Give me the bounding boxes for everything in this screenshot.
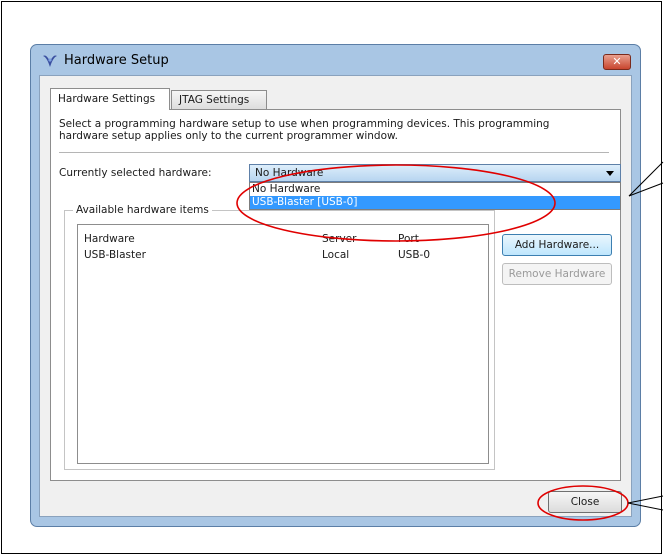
separator bbox=[59, 152, 609, 153]
window-title: Hardware Setup bbox=[64, 53, 169, 68]
dialog-body: Hardware Settings JTAG Settings Select a… bbox=[39, 75, 632, 517]
chevron-down-icon bbox=[606, 171, 614, 176]
app-icon bbox=[41, 53, 59, 72]
title-bar[interactable]: Hardware Setup ✕ bbox=[31, 45, 640, 75]
hardware-select-value: No Hardware bbox=[255, 167, 324, 179]
tab-jtag-settings[interactable]: JTAG Settings bbox=[171, 90, 267, 110]
add-hardware-button[interactable]: Add Hardware... bbox=[502, 234, 612, 256]
close-icon: ✕ bbox=[612, 55, 622, 68]
hardware-select[interactable]: No Hardware bbox=[249, 164, 621, 182]
close-button[interactable]: Close bbox=[548, 491, 622, 513]
hardware-setup-window: Hardware Setup ✕ Hardware Settings JTAG … bbox=[30, 44, 641, 527]
tab-hardware-settings[interactable]: Hardware Settings bbox=[50, 88, 170, 110]
hardware-list[interactable]: Hardware Server Port USB-Blaster Local U… bbox=[77, 224, 489, 464]
column-header-hardware[interactable]: Hardware bbox=[84, 233, 135, 245]
dropdown-option-usb-blaster[interactable]: USB-Blaster [USB-0] bbox=[250, 196, 620, 209]
current-hardware-label: Currently selected hardware: bbox=[59, 167, 212, 179]
column-header-port[interactable]: Port bbox=[398, 233, 419, 245]
row-port: USB-0 bbox=[398, 249, 431, 261]
tab-label: JTAG Settings bbox=[179, 94, 250, 106]
hardware-dropdown-list: No Hardware USB-Blaster [USB-0] bbox=[249, 182, 621, 210]
remove-hardware-button[interactable]: Remove Hardware bbox=[502, 263, 612, 285]
available-hardware-label: Available hardware items bbox=[73, 204, 212, 216]
row-hardware: USB-Blaster bbox=[84, 249, 146, 261]
hardware-settings-panel: Select a programming hardware setup to u… bbox=[50, 109, 621, 481]
description-text: Select a programming hardware setup to u… bbox=[59, 118, 550, 142]
tab-label: Hardware Settings bbox=[58, 93, 156, 105]
close-window-button[interactable]: ✕ bbox=[603, 54, 631, 70]
row-server: Local bbox=[322, 249, 350, 261]
column-header-server[interactable]: Server bbox=[322, 233, 356, 245]
dropdown-option-no-hardware[interactable]: No Hardware bbox=[250, 183, 620, 196]
